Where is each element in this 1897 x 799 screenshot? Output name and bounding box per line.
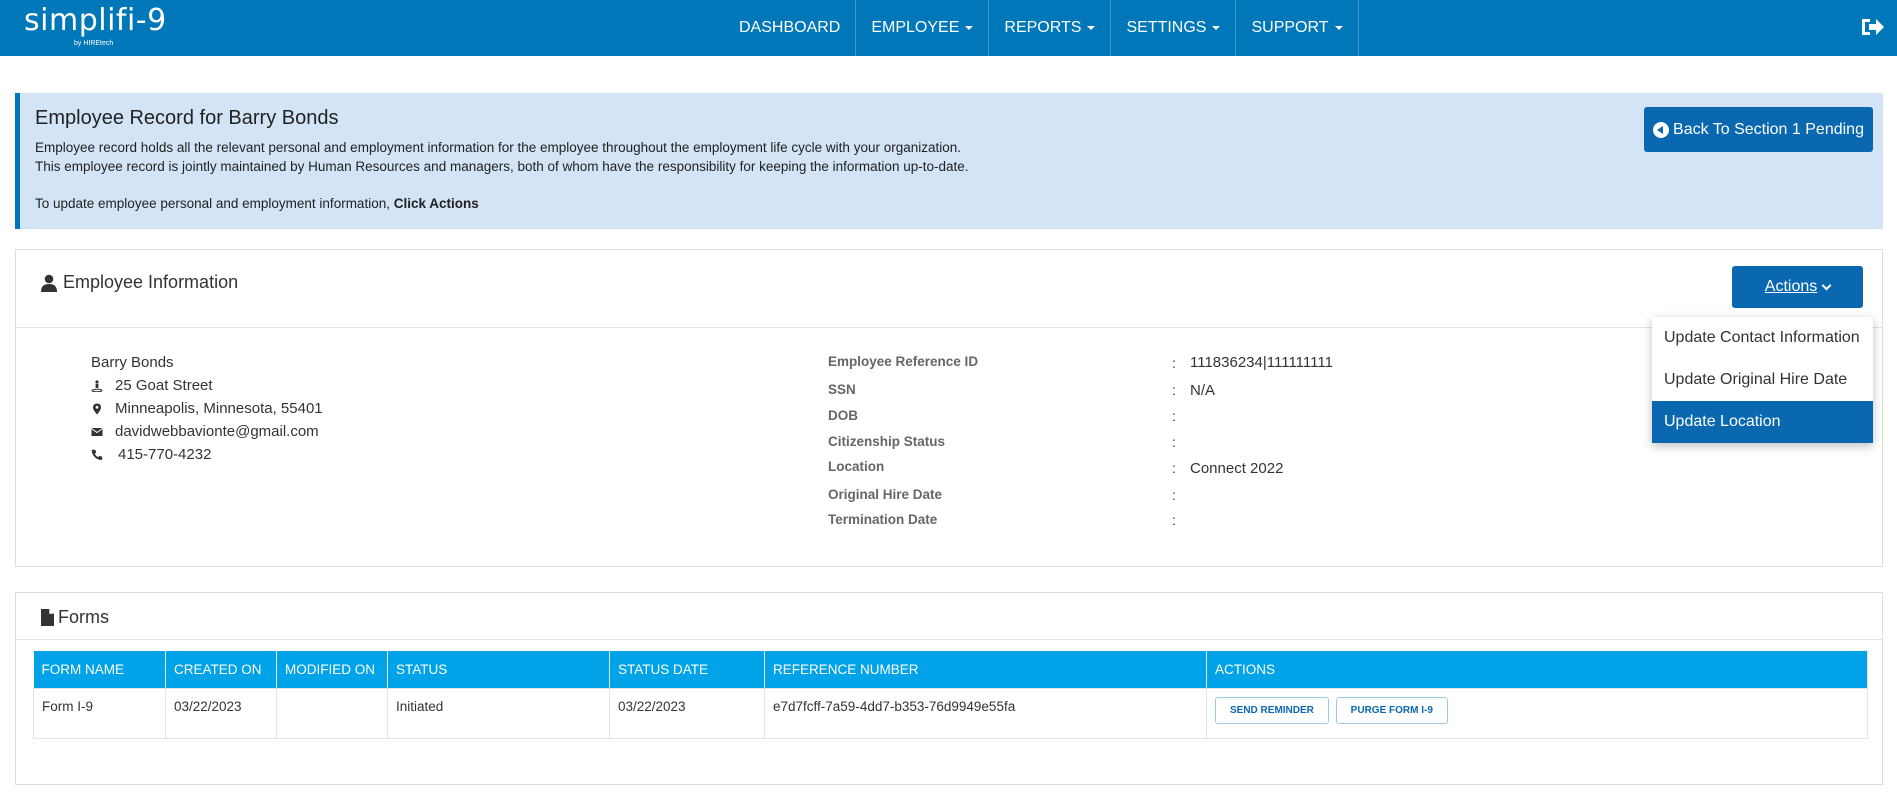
forms-title: Forms [41, 607, 109, 628]
back-to-section1-button[interactable]: Back To Section 1 Pending [1644, 107, 1873, 152]
nav-support[interactable]: SUPPORT [1236, 0, 1359, 56]
table-row: Form I-9 03/22/2023 Initiated 03/22/2023… [33, 687, 1868, 739]
banner-instruction-text: To update employee personal and employme… [35, 196, 390, 211]
phone: 415-770-4232 [91, 446, 211, 463]
caret-down-icon [965, 26, 974, 30]
forms-panel-header: Forms [16, 593, 1882, 640]
field-label-termination-date: Termination Date [828, 512, 938, 527]
nav-reports-label: REPORTS [1004, 19, 1082, 36]
street-address: 25 Goat Street [91, 377, 213, 394]
menu-item-update-contact-information[interactable]: Update Contact Information [1652, 317, 1873, 359]
nav-settings[interactable]: SETTINGS [1111, 0, 1237, 56]
nav-employee-label: EMPLOYEE [871, 19, 960, 36]
employee-information-label: Employee Information [63, 272, 239, 292]
nav-support-label: SUPPORT [1251, 19, 1329, 36]
purge-form-i9-button[interactable]: PURGE FORM I-9 [1335, 696, 1448, 724]
field-label-original-hire-date: Original Hire Date [828, 487, 943, 502]
field-colon: : [1172, 487, 1176, 503]
field-label-citizenship-status: Citizenship Status [828, 434, 946, 449]
chevron-down-icon [1821, 280, 1832, 290]
col-created-on[interactable]: CREATED ON [165, 651, 277, 688]
cell-created-on: 03/22/2023 [165, 687, 277, 739]
forms-label: Forms [58, 607, 109, 627]
field-colon: : [1172, 512, 1176, 528]
cell-modified-on [276, 687, 388, 739]
field-colon: : [1172, 460, 1176, 476]
cell-form-name: Form I-9 [33, 687, 166, 739]
phone-text: 415-770-4232 [118, 446, 212, 463]
field-colon: : [1172, 408, 1176, 424]
cell-status-date: 03/22/2023 [609, 687, 765, 739]
info-banner: Employee Record for Barry Bonds Employee… [15, 93, 1883, 229]
panel-header: Employee Information Actions [16, 250, 1882, 328]
banner-description-2: This employee record is jointly maintain… [35, 159, 969, 174]
employee-information-panel: Employee Information Actions Barry Bonds… [15, 249, 1883, 567]
field-label-employee-reference-id: Employee Reference ID [828, 354, 979, 369]
main-nav: DASHBOARD EMPLOYEE REPORTS SETTINGS SUPP… [726, 0, 1359, 56]
user-icon [41, 274, 57, 292]
field-label-location: Location [828, 459, 885, 474]
nav-settings-label: SETTINGS [1126, 19, 1207, 36]
col-status-date[interactable]: STATUS DATE [609, 651, 765, 688]
nav-employee[interactable]: EMPLOYEE [856, 0, 990, 56]
col-form-name[interactable]: FORM NAME [33, 651, 166, 688]
city-state-text: Minneapolis, Minnesota, 55401 [115, 400, 323, 417]
cell-actions: SEND REMINDER PURGE FORM I-9 [1206, 687, 1868, 739]
forms-table: FORM NAME CREATED ON MODIFIED ON STATUS … [33, 651, 1868, 739]
col-reference-number[interactable]: REFERENCE NUMBER [764, 651, 1207, 688]
logo-text: simplifi-9 [24, 3, 167, 38]
field-value-location: Connect 2022 [1190, 460, 1284, 477]
email: davidwebbavionte@gmail.com [91, 423, 319, 440]
street-view-icon [91, 379, 103, 392]
banner-description-1: Employee record holds all the relevant p… [35, 140, 962, 155]
employee-name: Barry Bonds [91, 354, 174, 371]
banner-instruction: To update employee personal and employme… [35, 196, 479, 211]
envelope-icon [91, 426, 103, 438]
back-button-label: Back To Section 1 Pending [1673, 120, 1864, 138]
phone-icon [91, 449, 103, 461]
menu-item-update-original-hire-date[interactable]: Update Original Hire Date [1652, 359, 1873, 401]
send-reminder-button[interactable]: SEND REMINDER [1215, 696, 1329, 724]
map-marker-icon [91, 403, 103, 415]
email-text: davidwebbavionte@gmail.com [115, 423, 319, 440]
field-label-ssn: SSN [828, 382, 856, 397]
field-colon: : [1172, 355, 1176, 371]
city-state: Minneapolis, Minnesota, 55401 [91, 400, 323, 417]
logo-subtext: by HIREtech [74, 40, 114, 47]
nav-dashboard-label: DASHBOARD [739, 19, 841, 36]
nav-reports[interactable]: REPORTS [989, 0, 1112, 56]
forms-panel: Forms FORM NAME CREATED ON MODIFIED ON S… [15, 592, 1883, 785]
employee-information-title: Employee Information [41, 272, 238, 293]
actions-button[interactable]: Actions [1732, 266, 1863, 308]
field-label-dob: DOB [828, 408, 858, 423]
col-actions: ACTIONS [1206, 651, 1868, 688]
field-value-ssn: N/A [1190, 382, 1216, 399]
caret-down-icon [1087, 26, 1096, 30]
field-colon: : [1172, 382, 1176, 398]
file-icon [41, 609, 54, 626]
logout-icon[interactable] [1860, 16, 1884, 38]
street-address-text: 25 Goat Street [115, 377, 213, 394]
field-value-employee-reference-id: 111836234|111111111 [1190, 354, 1333, 371]
actions-dropdown-menu: Update Contact Information Update Origin… [1652, 317, 1873, 443]
nav-dashboard[interactable]: DASHBOARD [726, 0, 857, 56]
cell-status: Initiated [387, 687, 610, 739]
cell-reference-number: e7d7fcff-7a59-4dd7-b353-76d9949e55fa [764, 687, 1207, 739]
menu-item-update-location[interactable]: Update Location [1652, 401, 1873, 443]
table-header-row: FORM NAME CREATED ON MODIFIED ON STATUS … [33, 651, 1868, 688]
col-modified-on[interactable]: MODIFIED ON [276, 651, 388, 688]
app-logo[interactable]: simplifi-9 by HIREtech [24, 3, 167, 48]
col-status[interactable]: STATUS [387, 651, 610, 688]
actions-button-label: Actions [1764, 278, 1818, 295]
banner-instruction-bold: Click Actions [393, 196, 479, 211]
caret-down-icon [1212, 26, 1221, 30]
caret-down-icon [1334, 26, 1343, 30]
field-colon: : [1172, 434, 1176, 450]
top-navbar: simplifi-9 by HIREtech DASHBOARD EMPLOYE… [0, 0, 1897, 56]
arrow-left-circle-icon [1653, 121, 1670, 138]
page-title: Employee Record for Barry Bonds [35, 107, 339, 129]
